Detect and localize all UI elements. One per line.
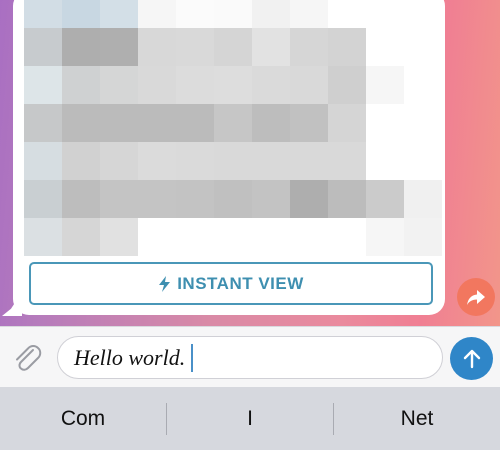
preview-pixel [404, 0, 442, 28]
preview-pixel [62, 28, 100, 66]
preview-pixel [366, 142, 404, 180]
preview-pixel [176, 28, 214, 66]
preview-pixel [176, 0, 214, 28]
preview-pixel [138, 28, 176, 66]
instant-view-label: INSTANT VIEW [177, 273, 304, 293]
preview-pixel [290, 218, 328, 256]
preview-pixel [24, 218, 62, 256]
preview-pixel [176, 142, 214, 180]
preview-pixel [62, 218, 100, 256]
preview-pixel [404, 104, 442, 142]
preview-pixel [138, 104, 176, 142]
preview-pixel [328, 180, 366, 218]
preview-pixel [366, 180, 404, 218]
preview-pixel [176, 104, 214, 142]
preview-pixel [214, 218, 252, 256]
preview-pixel [24, 66, 62, 104]
preview-pixel [328, 218, 366, 256]
share-arrow-icon [467, 290, 485, 305]
preview-pixel [404, 218, 442, 256]
preview-pixel [404, 66, 442, 104]
preview-pixel [176, 180, 214, 218]
preview-pixel [214, 142, 252, 180]
preview-pixel [214, 0, 252, 28]
suggestion-i[interactable]: I [167, 387, 333, 450]
preview-pixel [62, 180, 100, 218]
preview-pixel [138, 218, 176, 256]
preview-pixel [24, 104, 62, 142]
preview-pixel [328, 104, 366, 142]
preview-pixel [328, 0, 366, 28]
preview-pixel [100, 104, 138, 142]
preview-pixel [328, 28, 366, 66]
preview-pixel [138, 66, 176, 104]
preview-pixel [100, 142, 138, 180]
preview-pixel [290, 28, 328, 66]
preview-pixel [100, 0, 138, 28]
preview-pixel [62, 104, 100, 142]
preview-pixel [100, 66, 138, 104]
preview-pixel [138, 0, 176, 28]
preview-pixel [366, 66, 404, 104]
preview-pixel [404, 180, 442, 218]
preview-pixel [328, 66, 366, 104]
preview-pixel [100, 180, 138, 218]
preview-pixel [404, 142, 442, 180]
suggestion-net[interactable]: Net [334, 387, 500, 450]
preview-pixel [290, 104, 328, 142]
preview-pixel [24, 180, 62, 218]
preview-pixel [252, 28, 290, 66]
keyboard-suggestion-bar: Com I Net [0, 387, 500, 450]
preview-pixel [214, 180, 252, 218]
link-preview-image[interactable] [24, 0, 442, 256]
preview-pixel [252, 0, 290, 28]
preview-pixel [214, 104, 252, 142]
preview-pixel [252, 180, 290, 218]
preview-pixel [366, 104, 404, 142]
arrow-up-icon [463, 349, 480, 368]
preview-pixel [366, 28, 404, 66]
preview-pixel [252, 142, 290, 180]
preview-pixel [100, 218, 138, 256]
preview-pixel [366, 0, 404, 28]
preview-pixel [62, 0, 100, 28]
preview-pixel [290, 66, 328, 104]
preview-pixel [214, 66, 252, 104]
message-input-bar: Hello world. [0, 326, 500, 387]
chat-area: INSTANT VIEW [0, 0, 500, 326]
preview-pixel [24, 142, 62, 180]
preview-pixel [214, 28, 252, 66]
preview-pixel [252, 218, 290, 256]
preview-pixel [290, 180, 328, 218]
text-caret [191, 343, 194, 372]
preview-pixel [100, 28, 138, 66]
preview-pixel [24, 28, 62, 66]
preview-pixel [252, 66, 290, 104]
message-input-text: Hello world. [74, 344, 186, 370]
preview-pixel [290, 0, 328, 28]
preview-pixel [62, 142, 100, 180]
preview-pixel [176, 218, 214, 256]
preview-pixel [176, 66, 214, 104]
suggestion-com[interactable]: Com [0, 387, 166, 450]
lightning-bolt-icon [159, 275, 171, 292]
message-input[interactable]: Hello world. [57, 336, 443, 379]
preview-pixel [328, 142, 366, 180]
preview-pixel [62, 66, 100, 104]
preview-pixel [24, 0, 62, 28]
preview-pixel [138, 142, 176, 180]
preview-pixel [138, 180, 176, 218]
instant-view-button[interactable]: INSTANT VIEW [29, 262, 433, 305]
preview-pixel [366, 218, 404, 256]
share-button[interactable] [457, 278, 495, 316]
preview-pixel [404, 28, 442, 66]
send-button[interactable] [450, 337, 493, 380]
preview-pixel [290, 142, 328, 180]
preview-pixel [252, 104, 290, 142]
paperclip-icon[interactable] [10, 341, 44, 375]
